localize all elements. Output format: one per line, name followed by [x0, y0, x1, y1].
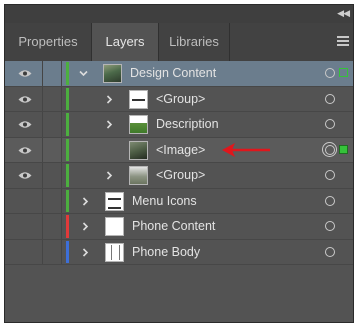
layers-list: Design Content <Group> Description <Imag… — [5, 61, 353, 265]
target-circle-icon[interactable] — [322, 141, 337, 157]
lock-toggle[interactable] — [61, 61, 62, 86]
target-circle-icon[interactable] — [325, 195, 335, 206]
layer-name: Phone Body — [132, 244, 201, 259]
layer-name: <Image> — [156, 142, 206, 157]
target-circle-icon[interactable] — [325, 93, 335, 104]
layer-row-description[interactable]: Description — [5, 112, 353, 138]
target-circle-icon[interactable] — [325, 246, 335, 257]
panel-tab-bar: Properties Layers Libraries — [5, 23, 353, 61]
layer-color-bar — [66, 62, 69, 85]
layer-thumbnail — [105, 217, 124, 236]
layer-thumbnail — [105, 191, 124, 211]
chevron-right-icon[interactable] — [80, 221, 91, 232]
selection-indicator[interactable] — [339, 68, 348, 77]
red-arrow-icon — [222, 142, 270, 157]
chevron-right-icon[interactable] — [80, 247, 91, 258]
chevron-right-icon[interactable] — [104, 94, 115, 105]
chevron-right-icon[interactable] — [104, 170, 115, 181]
layer-color-bar — [66, 87, 69, 110]
eye-icon[interactable] — [18, 95, 32, 104]
column-divider — [42, 86, 43, 111]
column-divider — [42, 112, 43, 137]
chevron-right-icon[interactable] — [80, 196, 91, 207]
panel-title-bar[interactable]: ◀◀ — [5, 5, 353, 23]
target-circle-icon[interactable] — [325, 68, 335, 78]
layer-row-menu-icons[interactable]: Menu Icons — [5, 188, 353, 214]
column-divider — [42, 137, 43, 162]
lock-toggle[interactable] — [61, 214, 62, 239]
layer-color-bar — [66, 189, 69, 212]
lock-toggle[interactable] — [61, 188, 62, 213]
selection-indicator[interactable] — [339, 144, 348, 154]
lock-toggle[interactable] — [61, 137, 62, 162]
column-divider — [42, 163, 43, 188]
layer-thumbnail — [129, 115, 148, 134]
layer-name: Design Content — [130, 66, 217, 80]
layer-row-design-content[interactable]: Design Content — [5, 61, 353, 87]
layer-color-bar — [66, 138, 69, 161]
layer-row-phone-body[interactable]: Phone Body — [5, 239, 353, 265]
tab-layers[interactable]: Layers — [92, 23, 158, 61]
layer-thumbnail — [105, 242, 124, 262]
layer-thumbnail — [129, 166, 148, 185]
layer-name: <Group> — [156, 168, 206, 182]
double-chevron-icon[interactable]: ◀◀ — [337, 7, 350, 19]
tab-divider — [229, 23, 230, 61]
hamburger-menu-icon[interactable] — [337, 36, 349, 46]
tab-libraries[interactable]: Libraries — [159, 23, 229, 61]
target-circle-icon[interactable] — [325, 221, 335, 231]
lock-toggle[interactable] — [61, 112, 62, 137]
layer-row-group[interactable]: <Group> — [5, 86, 353, 112]
lock-toggle[interactable] — [61, 86, 62, 111]
layer-name: Menu Icons — [132, 193, 197, 208]
layer-thumbnail — [129, 140, 148, 160]
tab-properties[interactable]: Properties — [5, 23, 91, 61]
layers-panel: ◀◀ Properties Layers Libraries Design Co… — [4, 4, 354, 323]
chevron-down-icon[interactable] — [78, 68, 89, 79]
column-divider — [42, 214, 43, 239]
layer-name: Phone Content — [132, 219, 216, 233]
layer-name: <Group> — [156, 91, 206, 106]
eye-icon[interactable] — [18, 69, 32, 78]
column-divider — [42, 61, 43, 86]
lock-toggle[interactable] — [61, 239, 62, 264]
lock-toggle[interactable] — [61, 163, 62, 188]
layer-color-bar — [66, 113, 69, 136]
eye-icon[interactable] — [18, 120, 32, 129]
eye-icon[interactable] — [18, 146, 32, 155]
column-divider — [42, 188, 43, 213]
layer-row-image[interactable]: <Image> — [5, 137, 353, 163]
layer-color-bar — [66, 164, 69, 187]
layer-thumbnail — [129, 89, 148, 109]
layer-name: Description — [156, 117, 219, 131]
target-circle-icon[interactable] — [325, 119, 335, 129]
layer-thumbnail — [103, 64, 122, 83]
layer-row-group[interactable]: <Group> — [5, 163, 353, 189]
eye-icon[interactable] — [18, 171, 32, 180]
layer-color-bar — [66, 240, 69, 263]
layer-color-bar — [66, 215, 69, 238]
chevron-right-icon[interactable] — [104, 119, 115, 130]
layer-row-phone-content[interactable]: Phone Content — [5, 214, 353, 240]
column-divider — [42, 239, 43, 264]
target-circle-icon[interactable] — [325, 170, 335, 180]
